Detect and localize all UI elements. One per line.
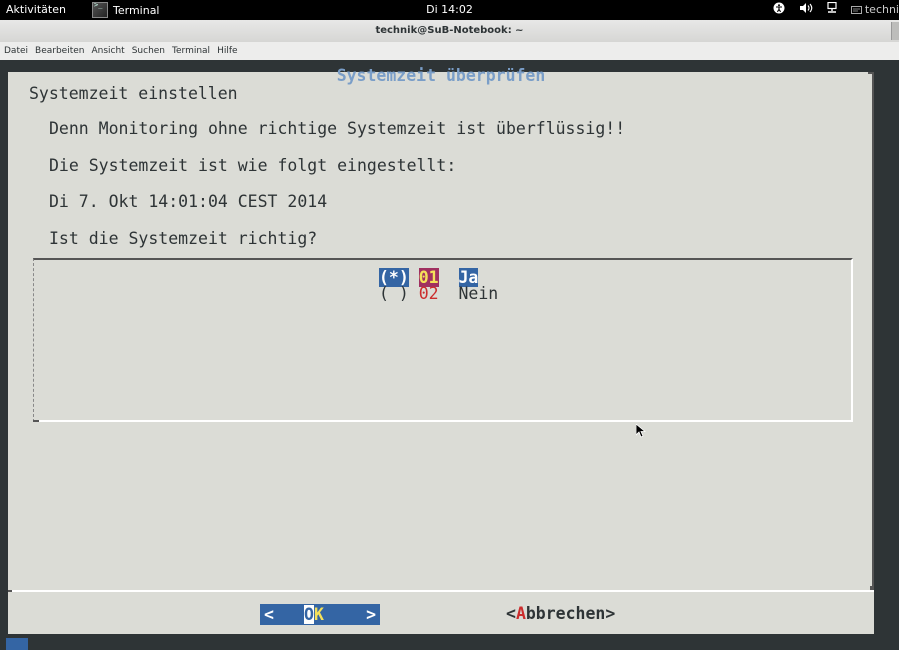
ok-bracket-right: > (366, 605, 376, 624)
dialog-heading: Systemzeit einstellen (29, 84, 238, 103)
radio-option-nein[interactable]: ( ) 02 Nein (379, 284, 498, 303)
network-icon[interactable] (827, 1, 837, 17)
menu-ansicht[interactable]: Ansicht (91, 46, 124, 56)
dialog-title: Systemzeit überprüfen (336, 66, 546, 85)
ok-label: OK (304, 605, 324, 624)
window-title-bar[interactable]: technik@SuB-Notebook: ~ (0, 20, 899, 42)
workspace-indicator[interactable] (6, 638, 28, 650)
user-icon (850, 5, 862, 14)
window-edge (891, 22, 899, 40)
terminal-area[interactable]: Systemzeit überprüfen Systemzeit einstel… (0, 60, 899, 638)
dialog-message-3: Di 7. Okt 14:01:04 CEST 2014 (49, 192, 328, 211)
window-title: technik@SuB-Notebook: ~ (375, 25, 524, 36)
menu-bar: Datei Bearbeiten Ansicht Suchen Terminal… (0, 42, 899, 60)
cancel-hotkey: A (515, 604, 526, 623)
radio-marker: ( ) (379, 284, 409, 303)
cancel-bracket: < (506, 604, 516, 623)
taskbar-strip (0, 638, 899, 650)
ok-label-o: O (304, 605, 314, 624)
option-tag: 02 (418, 284, 439, 303)
separator-left (8, 590, 12, 592)
dialog-frame-right (872, 72, 874, 590)
clock[interactable]: Di 14:02 (0, 3, 899, 16)
system-tray[interactable]: techni (773, 1, 899, 17)
dialog-box: Systemzeit überprüfen Systemzeit einstel… (8, 66, 874, 634)
ok-label-k: K (313, 605, 324, 624)
user-menu[interactable]: techni (850, 3, 899, 16)
cancel-button[interactable]: <Abbrechen> (506, 604, 615, 623)
top-bar: Aktivitäten Terminal Di 14:02 techni (0, 0, 899, 20)
button-separator (8, 590, 874, 592)
list-corner (33, 420, 39, 422)
menu-datei[interactable]: Datei (4, 46, 28, 56)
menu-bearbeiten[interactable]: Bearbeiten (35, 46, 84, 56)
radio-list: (*) 01 Ja ( ) 02 Nein (33, 258, 853, 422)
menu-hilfe[interactable]: Hilfe (217, 46, 237, 56)
cancel-label: bbrechen> (525, 604, 616, 623)
ok-bracket-left: < (264, 605, 274, 624)
dialog-message-1: Denn Monitoring ohne richtige Systemzeit… (49, 119, 626, 138)
menu-suchen[interactable]: Suchen (132, 46, 165, 56)
accessibility-icon[interactable] (773, 2, 785, 17)
menu-terminal[interactable]: Terminal (172, 46, 210, 56)
separator-right (870, 586, 874, 590)
dialog-message-2: Die Systemzeit ist wie folgt eingestellt… (49, 156, 457, 175)
ok-button[interactable]: < OK > (260, 604, 380, 625)
dialog-message-4: Ist die Systemzeit richtig? (49, 229, 318, 248)
volume-icon[interactable] (799, 2, 813, 17)
user-name: techni (864, 3, 899, 16)
option-label: Nein (458, 284, 499, 303)
